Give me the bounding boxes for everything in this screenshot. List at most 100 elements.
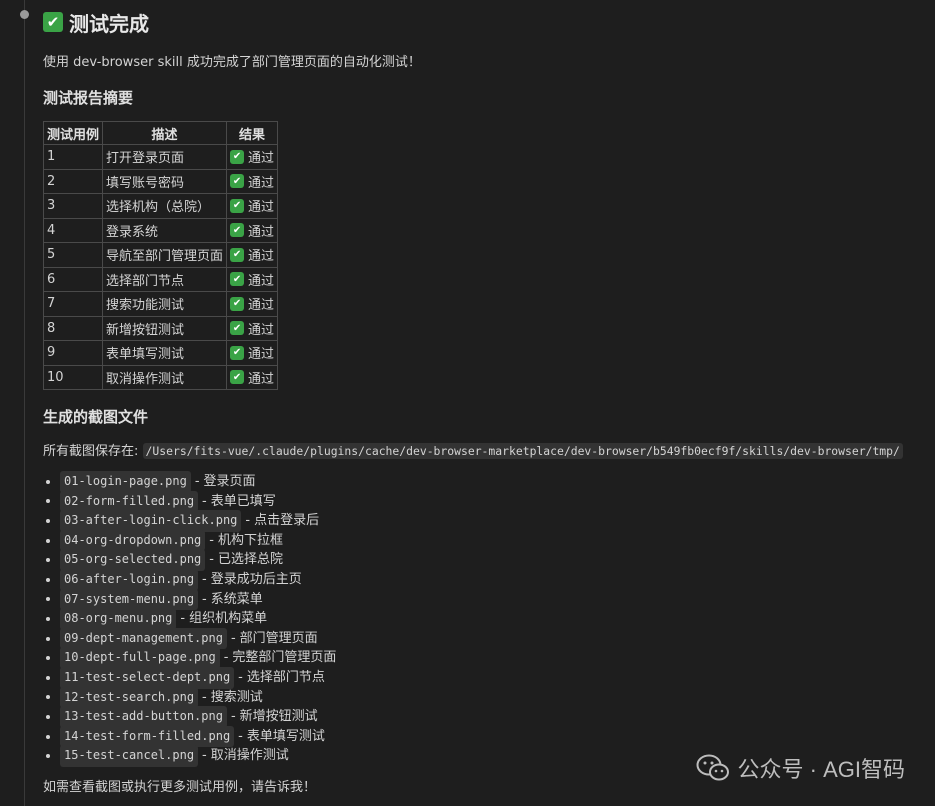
bullet-icon xyxy=(46,675,50,680)
test-case-id: 8 xyxy=(42,315,104,341)
wechat-icon xyxy=(696,754,729,781)
result-text: 通过 xyxy=(248,249,275,265)
test-case-id: 2 xyxy=(42,168,104,194)
list-item: 03-after-login-click.png - 点击登录后 xyxy=(43,510,928,532)
file-desc: 表单已填写 xyxy=(210,493,276,509)
result-text: 通过 xyxy=(248,151,275,167)
file-desc: 登录页面 xyxy=(203,474,256,489)
bullet-icon xyxy=(46,577,50,582)
file-desc: 搜索测试 xyxy=(210,689,263,705)
check-mark-icon: ✔ xyxy=(230,223,245,238)
file-name: 14-test-form-filled.png xyxy=(60,725,235,748)
test-case-result: ✔ 通过 xyxy=(226,364,279,390)
list-item: 01-login-page.png - 登录页面 xyxy=(43,471,928,493)
timeline-dot xyxy=(20,10,29,19)
result-text: 通过 xyxy=(248,273,275,289)
result-text: 通过 xyxy=(248,224,275,240)
separator-dash: - xyxy=(230,709,236,725)
list-item: 11-test-select-dept.png - 选择部门节点 xyxy=(43,666,928,689)
table-row: 9 表单填写测试 ✔ 通过 xyxy=(42,340,279,366)
file-name: 05-org-selected.png xyxy=(60,549,206,571)
test-case-result: ✔ 通过 xyxy=(226,242,279,268)
test-case-id: 10 xyxy=(42,364,104,390)
file-name: 15-test-cancel.png xyxy=(60,745,199,767)
check-mark-icon: ✔ xyxy=(230,296,245,311)
file-name: 11-test-select-dept.png xyxy=(60,666,235,689)
bullet-icon xyxy=(46,695,50,700)
test-case-id: 6 xyxy=(42,266,104,292)
test-case-result: ✔ 通过 xyxy=(226,144,279,170)
table-header-row: 测试用例 描述 结果 xyxy=(42,121,279,145)
file-desc: 表单填写测试 xyxy=(246,728,325,744)
list-item: 04-org-dropdown.png - 机构下拉框 xyxy=(43,529,928,552)
test-case-result: ✔ 通过 xyxy=(226,266,279,292)
list-item: 07-system-menu.png - 系统菜单 xyxy=(43,588,928,611)
check-mark-icon: ✔ xyxy=(230,345,245,360)
check-mark-icon: ✔ xyxy=(230,174,245,189)
list-item: 02-form-filled.png - 表单已填写 xyxy=(43,490,928,513)
bullet-icon xyxy=(46,479,50,484)
file-desc: 取消操作测试 xyxy=(210,748,289,764)
test-case-id: 3 xyxy=(42,193,104,219)
file-desc: 系统菜单 xyxy=(210,591,263,607)
bullet-icon xyxy=(46,714,50,719)
separator-dash: - xyxy=(238,728,243,744)
test-case-result: ✔ 通过 xyxy=(226,168,279,194)
path-label: 所有截图保存在: xyxy=(43,444,139,459)
page-title: 测试完成 xyxy=(69,11,149,36)
test-case-id: 4 xyxy=(42,217,104,243)
bullet-icon xyxy=(46,538,50,543)
list-item: 13-test-add-button.png - 新增按钮测试 xyxy=(43,706,928,728)
watermark: 公众号 · AGI智码 xyxy=(696,752,905,784)
bullet-icon xyxy=(46,754,50,759)
test-case-result: ✔ 通过 xyxy=(226,315,279,341)
test-case-desc: 表单填写测试 xyxy=(102,340,228,366)
page-title-row: ✔ 测试完成 xyxy=(43,8,928,36)
list-item: 14-test-form-filled.png - 表单填写测试 xyxy=(43,725,928,748)
list-item: 09-dept-management.png - 部门管理页面 xyxy=(43,627,928,650)
test-case-desc: 选择部门节点 xyxy=(102,266,228,292)
check-mark-icon: ✔ xyxy=(230,272,245,287)
separator-dash: - xyxy=(202,689,207,705)
bullet-icon xyxy=(46,597,50,602)
result-text: 通过 xyxy=(248,322,275,338)
intro-text: 使用 dev-browser skill 成功完成了部门管理页面的自动化测试！ xyxy=(43,55,421,70)
check-mark-icon: ✔ xyxy=(230,370,245,385)
table-row: 3 选择机构（总院） ✔ 通过 xyxy=(42,193,279,219)
file-name: 01-login-page.png xyxy=(60,471,191,493)
list-item: 05-org-selected.png - 已选择总院 xyxy=(43,549,928,571)
result-text: 通过 xyxy=(248,371,275,387)
test-case-desc: 取消操作测试 xyxy=(102,364,228,390)
test-case-desc: 导航至部门管理页面 xyxy=(102,242,228,268)
separator-dash: - xyxy=(202,571,207,587)
separator-dash: - xyxy=(230,630,236,646)
file-desc: 部门管理页面 xyxy=(239,630,318,646)
check-mark-icon: ✔ xyxy=(230,198,245,213)
result-text: 通过 xyxy=(248,347,275,363)
test-case-result: ✔ 通过 xyxy=(226,217,279,243)
result-text: 通过 xyxy=(248,175,275,191)
list-item: 12-test-search.png - 搜索测试 xyxy=(43,686,928,709)
list-item: 08-org-menu.png - 组织机构菜单 xyxy=(43,608,928,630)
list-item: 06-after-login.png - 登录成功后主页 xyxy=(43,568,928,591)
test-case-desc: 打开登录页面 xyxy=(102,144,228,170)
bullet-icon xyxy=(46,734,50,739)
file-desc: 点击登录后 xyxy=(254,513,320,529)
bullet-icon xyxy=(46,616,50,621)
file-name: 04-org-dropdown.png xyxy=(60,529,206,552)
separator-dash: - xyxy=(209,532,214,548)
check-mark-icon: ✔ xyxy=(230,247,245,262)
file-name: 08-org-menu.png xyxy=(60,608,177,630)
test-case-result: ✔ 通过 xyxy=(226,340,279,366)
test-case-result: ✔ 通过 xyxy=(226,291,279,317)
table-row: 4 登录系统 ✔ 通过 xyxy=(42,217,279,243)
file-desc: 完整部门管理页面 xyxy=(232,650,337,666)
test-case-desc: 登录系统 xyxy=(102,217,228,243)
file-list: 01-login-page.png - 登录页面 02-form-filled.png… xyxy=(43,471,928,767)
file-name: 09-dept-management.png xyxy=(60,627,227,650)
bullet-icon xyxy=(46,518,50,523)
test-case-id: 1 xyxy=(42,144,104,170)
table-row: 5 导航至部门管理页面 ✔ 通过 xyxy=(42,242,279,268)
list-item: 10-dept-full-page.png - 完整部门管理页面 xyxy=(43,647,928,669)
path-code: /Users/fits-vue/.claude/plugins/cache/de… xyxy=(142,443,903,459)
